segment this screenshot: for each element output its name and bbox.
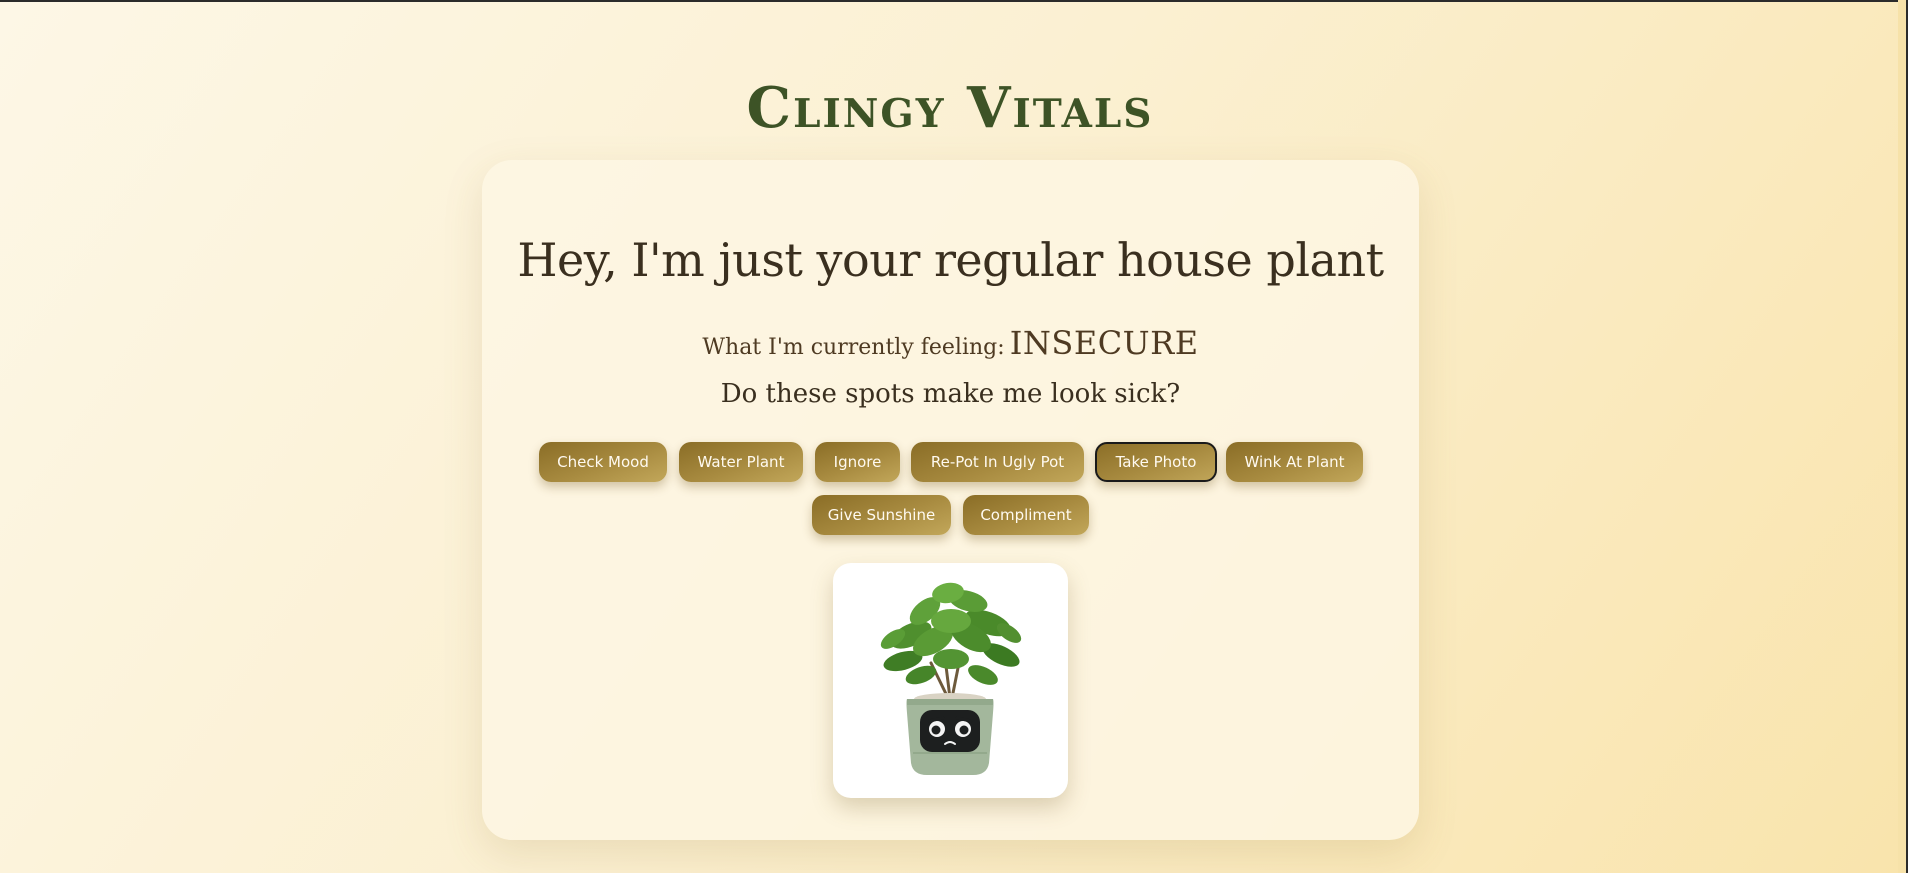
app-title: Clingy Vitals — [746, 75, 1154, 141]
give-sunshine-button[interactable]: Give Sunshine — [812, 495, 951, 535]
ignore-button[interactable]: Ignore — [815, 442, 900, 482]
plant-message: Do these spots make me look sick? — [720, 379, 1181, 409]
water-plant-button[interactable]: Water Plant — [679, 442, 803, 482]
feeling-line: What I'm currently feeling: INSECURE — [482, 318, 1419, 374]
feeling-label: What I'm currently feeling: — [702, 335, 1005, 360]
check-mood-button[interactable]: Check Mood — [539, 442, 667, 482]
window-top-border — [0, 0, 1908, 2]
feeling-value: INSECURE — [1009, 324, 1199, 362]
wink-at-plant-button[interactable]: Wink At Plant — [1226, 442, 1363, 482]
plant-headline: Hey, I'm just your regular house plant — [517, 233, 1384, 287]
potted-plant-icon — [880, 582, 1022, 775]
plant-photo — [833, 563, 1068, 798]
plant-card: Hey, I'm just your regular house plant W… — [482, 160, 1419, 840]
take-photo-button[interactable]: Take Photo — [1095, 442, 1217, 482]
repot-button[interactable]: Re-Pot In Ugly Pot — [911, 442, 1084, 482]
compliment-button[interactable]: Compliment — [963, 495, 1089, 535]
